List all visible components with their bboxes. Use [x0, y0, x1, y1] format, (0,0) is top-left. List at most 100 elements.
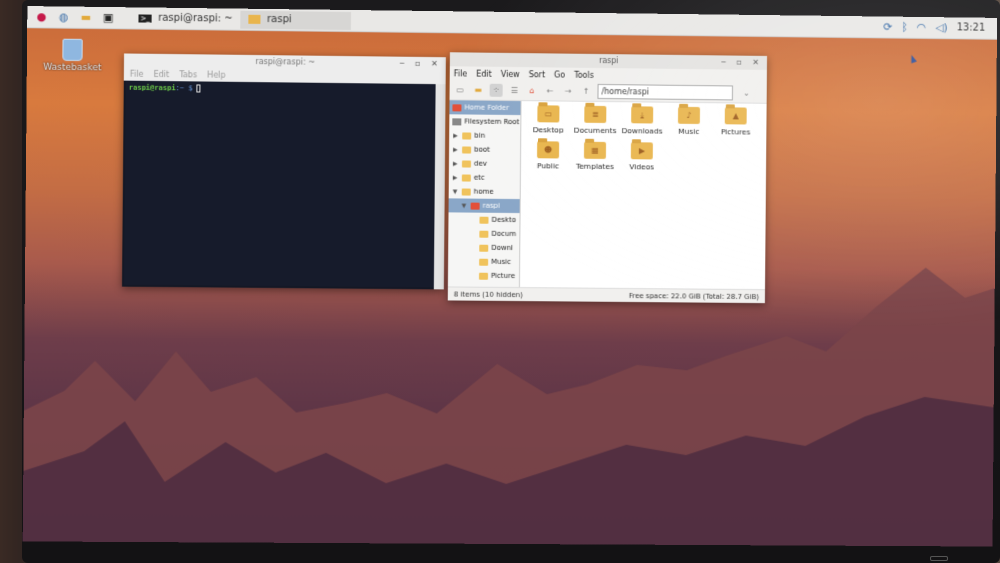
window-controls[interactable]: ‒ ▫ ✕ — [721, 55, 763, 69]
mouse-pointer — [908, 53, 917, 64]
menu-view[interactable]: View — [501, 69, 520, 78]
caret-right-icon[interactable]: ▶ — [453, 174, 459, 181]
file-manager-window[interactable]: raspi ‒ ▫ ✕ File Edit View Sort Go Tools… — [447, 52, 768, 304]
videos-folder-icon: ▶ — [630, 142, 653, 160]
caret-down-icon[interactable]: ▼ — [453, 188, 459, 195]
folder-icon — [462, 145, 472, 154]
caret-down-icon[interactable]: ▼ — [462, 202, 468, 209]
tree-item[interactable]: Deskto — [448, 212, 519, 227]
folder-icon — [478, 272, 489, 280]
folder-glyph: ▶ — [638, 146, 645, 156]
window-title: raspi — [598, 55, 619, 66]
folder-glyph: ▦ — [591, 145, 599, 155]
place-label: Home Folder — [464, 103, 510, 112]
tree-item[interactable]: ▶ dev — [449, 156, 520, 171]
path-input[interactable]: /home/raspi — [597, 83, 734, 101]
tree-item[interactable]: ▼ home — [449, 184, 520, 199]
menu-tabs[interactable]: Tabs — [179, 70, 197, 79]
menu-file[interactable]: File — [130, 69, 144, 78]
place-home-folder[interactable]: Home Folder — [449, 100, 521, 116]
tree-item[interactable]: ▶ etc — [449, 170, 520, 185]
menu-tools[interactable]: Tools — [574, 70, 594, 79]
folder-item[interactable]: ▶ Videos — [619, 142, 665, 171]
folder-item[interactable]: ⤓ Downloads — [619, 106, 665, 136]
tree-item[interactable]: ▶ boot — [449, 142, 520, 157]
file-manager-sidebar: Home Folder Filesystem Root ▶ bin ▶ boot ▶ de… — [447, 100, 522, 288]
downloads-folder-icon: ⤓ — [631, 106, 654, 124]
task-file-manager[interactable]: raspi — [240, 10, 352, 30]
desktop-icon-wastebasket[interactable]: Wastebasket — [39, 38, 106, 73]
caret-right-icon[interactable]: ▶ — [453, 146, 459, 153]
bluetooth-icon[interactable]: ᛒ — [901, 21, 908, 34]
wifi-icon[interactable]: ◠ — [917, 21, 927, 34]
caret-right-icon[interactable]: ▶ — [453, 160, 459, 167]
folder-item[interactable]: ▦ Templates — [572, 141, 618, 172]
file-grid: ▭ Desktop ≣ Documents ⤓ Downloads ♪ Music ▲ Pictu… — [525, 105, 763, 172]
web-browser-icon[interactable]: ◍ — [56, 9, 72, 25]
system-tray: ⟳ ᛒ ◠ ◁) 13:21 — [883, 20, 997, 34]
pictures-folder-icon: ▲ — [724, 107, 747, 125]
folder-icon — [461, 159, 472, 168]
menu-edit[interactable]: Edit — [154, 69, 170, 78]
menu-help[interactable]: Help — [207, 70, 225, 79]
task-terminal[interactable]: >_ raspi@raspi: ~ — [130, 9, 241, 28]
menu-file[interactable]: File — [454, 69, 467, 78]
caret-right-icon[interactable]: ▶ — [453, 132, 459, 139]
terminal-icon: >_ — [138, 13, 153, 23]
folder-item[interactable]: ☻ Public — [525, 141, 571, 170]
tree-item[interactable]: Downl — [448, 240, 519, 255]
folder-label: Public — [536, 161, 560, 171]
menu-sort[interactable]: Sort — [529, 70, 545, 79]
folder-label: Templates — [575, 161, 614, 172]
tree-item-label: boot — [474, 145, 490, 154]
photo-background: ● ◍ ▬ ▣ >_ raspi@raspi: ~ raspi ⟳ ᛒ ◠ ◁)… — [0, 0, 1000, 563]
place-filesystem-root[interactable]: Filesystem Root — [449, 114, 520, 129]
folder-item[interactable]: ▲ Pictures — [713, 107, 759, 137]
folder-item[interactable]: ▭ Desktop — [525, 105, 571, 135]
raspberry-menu-icon[interactable]: ● — [33, 9, 49, 25]
clock[interactable]: 13:21 — [957, 22, 986, 33]
folder-glyph: ☻ — [543, 145, 553, 155]
tree-item-label: Downl — [491, 243, 514, 252]
file-manager-icon[interactable]: ▬ — [78, 9, 94, 25]
menu-edit[interactable]: Edit — [476, 69, 492, 78]
terminal-scrollbar[interactable] — [433, 84, 446, 290]
folder-glyph: ⤓ — [640, 109, 644, 119]
tree-item-label: bin — [474, 131, 486, 140]
public-folder-icon: ☻ — [537, 141, 560, 159]
folder-label: Pictures — [720, 127, 751, 137]
chevron-down-icon[interactable]: ⌄ — [740, 87, 753, 100]
folder-item[interactable]: ≣ Documents — [572, 105, 618, 135]
volume-icon[interactable]: ◁) — [935, 21, 948, 34]
sync-icon[interactable]: ⟳ — [883, 20, 892, 33]
tree-item[interactable]: ▶ bin — [449, 128, 520, 143]
up-icon[interactable]: ↑ — [580, 85, 593, 98]
terminal-window[interactable]: raspi@raspi: ~ ‒ ▫ ✕ File Edit Tabs Help… — [122, 53, 446, 290]
folder-icon — [479, 230, 489, 238]
status-bar: 8 items (10 hidden) Free space: 22.0 GiB… — [447, 286, 766, 304]
icon-view-icon[interactable]: ⁘ — [489, 83, 503, 97]
folder-icon — [461, 173, 471, 182]
terminal-output[interactable]: raspi@raspi:~ $ — [124, 80, 436, 288]
new-folder-icon[interactable]: ▬ — [472, 84, 485, 97]
folder-label: Downloads — [621, 126, 663, 136]
templates-folder-icon: ▦ — [583, 141, 607, 159]
tree-item[interactable]: Docum — [448, 226, 519, 241]
wastebasket-icon — [62, 38, 83, 62]
tree-item[interactable]: Music — [448, 254, 519, 269]
tree-item[interactable]: ▼ raspi — [448, 198, 520, 214]
folder-icon — [479, 244, 489, 252]
home-icon — [452, 103, 462, 111]
new-tab-icon[interactable]: ▭ — [454, 83, 467, 96]
menu-go[interactable]: Go — [554, 70, 565, 79]
terminal-icon[interactable]: ▣ — [100, 9, 116, 25]
list-view-icon[interactable]: ☰ — [508, 84, 521, 97]
home-icon[interactable]: ⌂ — [526, 84, 539, 97]
folder-label: Videos — [629, 162, 655, 172]
monitor-logo — [930, 556, 948, 561]
folder-item[interactable]: ♪ Music — [666, 106, 712, 136]
tree-item[interactable]: Picture — [448, 268, 519, 283]
forward-icon[interactable]: → — [562, 85, 575, 98]
back-icon[interactable]: ← — [544, 84, 557, 97]
window-controls[interactable]: ‒ ▫ ✕ — [399, 57, 442, 71]
